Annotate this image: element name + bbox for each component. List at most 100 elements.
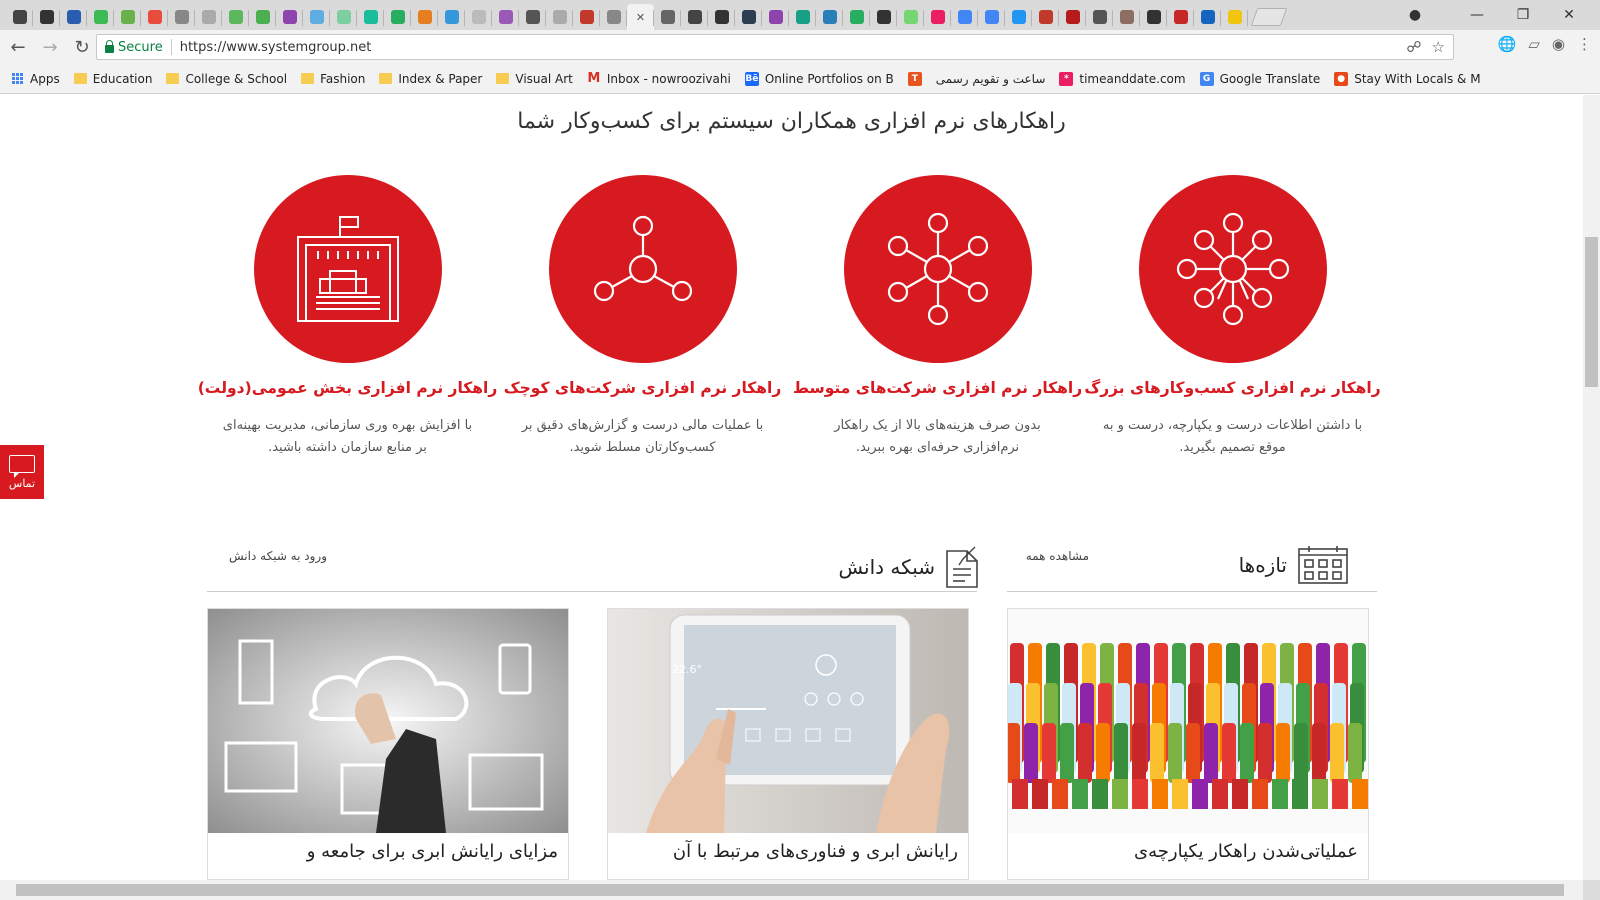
bookmark-item[interactable]: ساعت و تقویم رسمی [936, 72, 1046, 86]
reload-icon[interactable]: ↻ [68, 33, 96, 61]
browser-tab[interactable] [357, 4, 384, 30]
browser-tab[interactable] [6, 4, 33, 30]
browser-tab[interactable] [1140, 4, 1167, 30]
solution-public-sector[interactable]: راهکار نرم افزاری بخش عمومی(دولت) با افز… [198, 175, 498, 459]
camera-icon[interactable]: ◉ [1552, 35, 1565, 53]
browser-tab[interactable] [249, 4, 276, 30]
extension-globe-icon[interactable]: 🌐 [1498, 35, 1517, 53]
vertical-scroll-thumb[interactable] [1585, 237, 1598, 387]
browser-tab[interactable] [1059, 4, 1086, 30]
knowledge-card[interactable]: مزایای رایانش ابری برای جامعه و [207, 608, 569, 880]
beverage-bottles-image[interactable] [1008, 609, 1368, 833]
contact-button[interactable]: تماس [0, 445, 44, 499]
browser-tab[interactable] [60, 4, 87, 30]
cloud-computing-image[interactable] [208, 609, 568, 833]
bookmark-item[interactable]: Bē Online Portfolios on B [744, 71, 894, 86]
browser-tab[interactable] [735, 4, 762, 30]
restore-button[interactable]: ❐ [1500, 4, 1546, 26]
url-text[interactable]: https://www.systemgroup.net [180, 40, 372, 55]
browser-tab[interactable] [816, 4, 843, 30]
browser-tab[interactable] [330, 4, 357, 30]
government-building-icon[interactable] [253, 175, 442, 363]
forward-arrow-icon[interactable]: → [36, 33, 64, 61]
bookmark-star-icon[interactable]: ☆ [1432, 38, 1445, 56]
solution-small-business[interactable]: راهکار نرم افزاری شرکت‌های کوچک با عملیا… [495, 175, 790, 459]
card-title[interactable]: مزایای رایانش ابری برای جامعه و [307, 841, 558, 862]
browser-tab[interactable] [519, 4, 546, 30]
browser-tab[interactable] [762, 4, 789, 30]
knowledge-enter-link[interactable]: ورود به شبکه دانش [229, 549, 327, 563]
address-bar[interactable]: Secure https://www.systemgroup.net ☍ ☆ [96, 34, 1454, 60]
browser-tab[interactable] [600, 4, 627, 30]
bookmark-item[interactable]: Education [73, 72, 152, 86]
bookmark-item[interactable]: Visual Art [496, 72, 573, 86]
medium-network-icon[interactable] [843, 175, 1032, 363]
bookmark-item[interactable]: Index & Paper [379, 72, 482, 86]
browser-tab[interactable] [1194, 4, 1221, 30]
minimize-button[interactable]: — [1454, 4, 1500, 26]
browser-tab[interactable] [222, 4, 249, 30]
browser-tab[interactable] [1221, 4, 1248, 30]
solution-medium-business[interactable]: راهکار نرم افزاری شرکت‌های متوسط بدون صر… [790, 175, 1085, 459]
active-tab[interactable]: ✕ [627, 4, 654, 30]
browser-tab[interactable] [897, 4, 924, 30]
browser-tab[interactable] [546, 4, 573, 30]
browser-tab[interactable] [924, 4, 951, 30]
bookmark-item[interactable]: * timeanddate.com [1059, 71, 1186, 86]
bookmark-item[interactable]: ● Stay With Locals & M [1334, 71, 1481, 86]
browser-tab[interactable] [951, 4, 978, 30]
horizontal-scrollbar[interactable] [0, 880, 1583, 900]
browser-tab[interactable] [141, 4, 168, 30]
close-window-button[interactable]: ✕ [1546, 4, 1592, 26]
browser-tab[interactable] [654, 4, 681, 30]
browser-tab[interactable] [492, 4, 519, 30]
browser-tab[interactable] [1005, 4, 1032, 30]
browser-tab[interactable] [384, 4, 411, 30]
browser-tab[interactable] [789, 4, 816, 30]
back-arrow-icon[interactable]: ← [4, 33, 32, 61]
small-network-icon[interactable] [548, 175, 737, 363]
browser-tab[interactable] [87, 4, 114, 30]
large-network-icon[interactable] [1138, 175, 1327, 363]
solution-large-business[interactable]: راهکار نرم افزاری کسب‌وکارهای بزرگ با دا… [1084, 175, 1381, 459]
solution-title[interactable]: راهکار نرم افزاری شرکت‌های متوسط [793, 379, 1082, 397]
browser-tab[interactable] [681, 4, 708, 30]
bookmark-item[interactable]: T [907, 71, 922, 86]
profile-icon[interactable]: ● [1392, 4, 1438, 26]
browser-tab[interactable] [195, 4, 222, 30]
bookmark-item[interactable]: College & School [166, 72, 287, 86]
solution-title[interactable]: راهکار نرم افزاری بخش عمومی(دولت) [198, 379, 498, 397]
bookmark-item[interactable]: M Inbox - nowroozivahi [587, 71, 730, 86]
bookmark-item[interactable]: Fashion [301, 72, 365, 86]
card-title[interactable]: عملیاتی‌شدن راهکار یکپارچه‌ی [1134, 841, 1358, 862]
browser-tab[interactable] [573, 4, 600, 30]
solution-title[interactable]: راهکار نرم افزاری شرکت‌های کوچک [504, 379, 782, 397]
browser-tab[interactable] [708, 4, 735, 30]
vertical-scrollbar[interactable] [1583, 95, 1600, 880]
browser-tab[interactable] [276, 4, 303, 30]
bookmark-item[interactable]: G Google Translate [1199, 71, 1320, 86]
browser-tab[interactable] [1167, 4, 1194, 30]
menu-icon[interactable]: ⋮ [1577, 35, 1592, 53]
browser-tab[interactable] [168, 4, 195, 30]
translate-icon[interactable]: ☍ [1406, 38, 1421, 56]
horizontal-scroll-thumb[interactable] [16, 884, 1564, 896]
knowledge-card[interactable]: 22.6° رایانش ابری و فناوری‌های مرتبط با … [607, 608, 969, 880]
secure-indicator[interactable]: Secure [105, 39, 163, 55]
solution-title[interactable]: راهکار نرم افزاری کسب‌وکارهای بزرگ [1084, 379, 1380, 397]
news-view-all-link[interactable]: مشاهده همه [1026, 549, 1089, 563]
browser-tab[interactable] [1086, 4, 1113, 30]
browser-tab[interactable] [33, 4, 60, 30]
browser-tab[interactable] [978, 4, 1005, 30]
browser-tab[interactable] [114, 4, 141, 30]
browser-tab[interactable] [411, 4, 438, 30]
bookmark-item[interactable]: Apps [12, 72, 60, 86]
browser-tab[interactable] [1032, 4, 1059, 30]
smart-home-tablet-image[interactable]: 22.6° [608, 609, 968, 833]
browser-tab[interactable] [303, 4, 330, 30]
extension-cast-icon[interactable]: ▱ [1528, 35, 1540, 53]
browser-tab[interactable] [1113, 4, 1140, 30]
browser-tab[interactable] [870, 4, 897, 30]
browser-tab[interactable] [843, 4, 870, 30]
new-tab-button[interactable] [1250, 8, 1288, 26]
